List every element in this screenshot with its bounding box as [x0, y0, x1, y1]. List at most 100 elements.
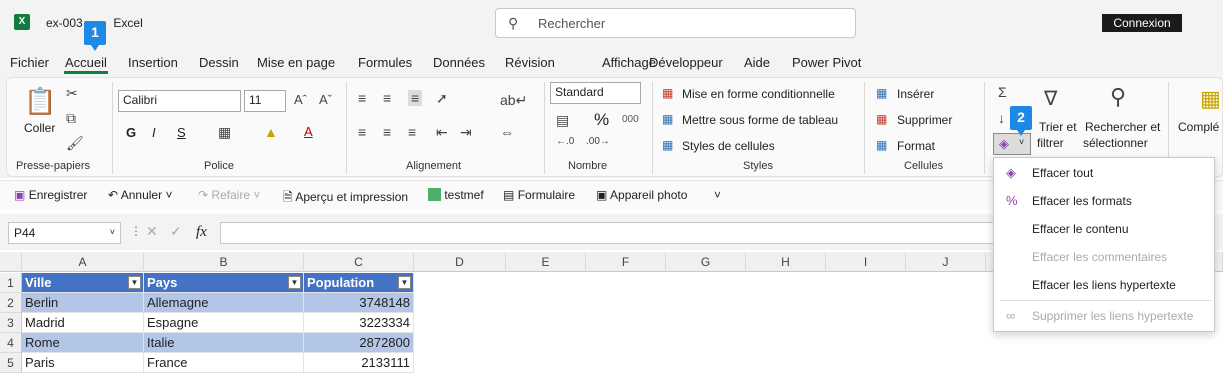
- column-header-b[interactable]: B: [144, 252, 304, 272]
- table-cell[interactable]: 2872800: [304, 333, 414, 353]
- table-cell[interactable]: Berlin: [22, 293, 144, 313]
- table-cell[interactable]: Allemagne: [144, 293, 304, 313]
- borders-icon[interactable]: ▦: [218, 124, 231, 141]
- decrease-font-icon[interactable]: Aˇ: [319, 92, 332, 107]
- sort-filter-icon[interactable]: ∇: [1044, 86, 1057, 111]
- align-left-icon[interactable]: ≡: [358, 124, 366, 140]
- filter-dropdown-icon[interactable]: ▼: [398, 276, 411, 289]
- font-name-select[interactable]: Calibri: [118, 90, 241, 112]
- merge-center-icon[interactable]: ⇔: [500, 124, 514, 140]
- table-cell[interactable]: 3748148: [304, 293, 414, 313]
- wrap-text-icon[interactable]: ab↵: [500, 92, 527, 109]
- qat-undo[interactable]: ↶ Annuler ˅: [108, 188, 172, 202]
- autosum-icon[interactable]: Σ: [998, 84, 1007, 100]
- formula-input[interactable]: [220, 222, 1000, 244]
- font-size-select[interactable]: 11: [244, 90, 286, 112]
- search-box[interactable]: ⚲ Rechercher: [495, 8, 856, 38]
- format-painter-icon[interactable]: 🖌: [66, 135, 84, 152]
- insert-function-button[interactable]: fx: [196, 224, 207, 241]
- table-header-ville[interactable]: Ville ▼: [22, 273, 144, 293]
- column-header-c[interactable]: C: [304, 252, 414, 272]
- table-cell[interactable]: Rome: [22, 333, 144, 353]
- sort-filter-label-1[interactable]: Trier et: [1039, 120, 1077, 134]
- cell-styles-button[interactable]: Styles de cellules: [682, 139, 775, 153]
- table-cell[interactable]: Paris: [22, 353, 144, 373]
- qat-camera[interactable]: ▣ Appareil photo: [596, 188, 687, 202]
- align-right-icon[interactable]: ≡: [408, 124, 416, 140]
- bold-button[interactable]: G: [126, 125, 136, 140]
- fill-icon[interactable]: ↓: [998, 110, 1005, 126]
- name-box[interactable]: P44 ˅: [8, 222, 121, 244]
- qat-form[interactable]: ▤ Formulaire: [503, 188, 575, 202]
- tab-dessin[interactable]: Dessin: [199, 55, 239, 70]
- table-cell[interactable]: France: [144, 353, 304, 373]
- enter-icon[interactable]: ✓: [170, 223, 182, 240]
- orientation-icon[interactable]: ➚: [436, 90, 448, 107]
- row-header-1[interactable]: 1: [0, 273, 22, 293]
- table-cell[interactable]: 3223334: [304, 313, 414, 333]
- menu-item-clear-hyperlinks[interactable]: Effacer les liens hypertexte: [1032, 278, 1176, 292]
- table-cell[interactable]: Madrid: [22, 313, 144, 333]
- italic-button[interactable]: I: [152, 125, 156, 140]
- menu-item-clear-contents[interactable]: Effacer le contenu: [1032, 222, 1129, 236]
- qat-testmef[interactable]: testmef: [428, 188, 484, 202]
- qat-save[interactable]: ▣ Enregistrer: [14, 188, 87, 202]
- tab-fichier[interactable]: Fichier: [10, 55, 49, 70]
- table-cell[interactable]: Espagne: [144, 313, 304, 333]
- filter-dropdown-icon[interactable]: ▼: [128, 276, 141, 289]
- column-header-d[interactable]: D: [414, 252, 506, 272]
- paste-icon[interactable]: 📋: [24, 86, 56, 117]
- connexion-button[interactable]: Connexion: [1102, 14, 1182, 32]
- align-bottom-icon[interactable]: ≡: [408, 90, 423, 106]
- percent-button[interactable]: %: [594, 110, 609, 130]
- cut-icon[interactable]: ✂: [66, 85, 78, 102]
- underline-button[interactable]: S: [177, 125, 186, 140]
- copy-icon[interactable]: ⧉: [66, 110, 76, 127]
- column-header-g[interactable]: G: [666, 252, 746, 272]
- conditional-format-button[interactable]: Mise en forme conditionnelle: [682, 87, 835, 101]
- number-format-select[interactable]: Standard: [550, 82, 641, 104]
- complements-label[interactable]: Complé: [1178, 120, 1219, 134]
- select-all-corner[interactable]: [0, 252, 22, 272]
- column-header-e[interactable]: E: [506, 252, 586, 272]
- qat-redo[interactable]: ↷ Refaire ˅: [198, 188, 260, 202]
- tab-power-pivot[interactable]: Power Pivot: [792, 55, 861, 70]
- tab-insertion[interactable]: Insertion: [128, 55, 178, 70]
- column-header-h[interactable]: H: [746, 252, 826, 272]
- font-color-icon[interactable]: A: [304, 124, 313, 139]
- align-middle-icon[interactable]: ≡: [383, 90, 391, 106]
- find-select-label-2[interactable]: sélectionner: [1083, 136, 1148, 150]
- increase-indent-icon[interactable]: ⇥: [460, 124, 472, 141]
- format-cells-button[interactable]: Format: [897, 139, 935, 153]
- column-header-j[interactable]: J: [906, 252, 986, 272]
- row-header-3[interactable]: 3: [0, 313, 22, 333]
- currency-icon[interactable]: ▤: [556, 112, 569, 129]
- increase-decimal-icon[interactable]: ←.0: [556, 136, 574, 147]
- row-header-5[interactable]: 5: [0, 353, 22, 373]
- menu-item-clear-formats[interactable]: Effacer les formats: [1032, 194, 1132, 208]
- tab-affichage[interactable]: Affichage: [602, 55, 656, 70]
- tab-formules[interactable]: Formules: [358, 55, 412, 70]
- thousands-button[interactable]: 000: [622, 114, 639, 125]
- decrease-decimal-icon[interactable]: .00→: [586, 136, 610, 147]
- column-header-a[interactable]: A: [22, 252, 144, 272]
- format-as-table-button[interactable]: Mettre sous forme de tableau: [682, 113, 838, 127]
- find-select-label-1[interactable]: Rechercher et: [1085, 120, 1160, 134]
- tab-donnees[interactable]: Données: [433, 55, 485, 70]
- paste-button[interactable]: Coller: [24, 121, 55, 135]
- align-center-icon[interactable]: ≡: [383, 124, 391, 140]
- table-header-population[interactable]: Population ▼: [304, 273, 414, 293]
- insert-cells-button[interactable]: Insérer: [897, 87, 934, 101]
- tab-mise-en-page[interactable]: Mise en page: [257, 55, 335, 70]
- customize-qat-icon[interactable]: ˅: [714, 188, 721, 202]
- column-header-f[interactable]: F: [586, 252, 666, 272]
- increase-font-icon[interactable]: Aˆ: [294, 92, 307, 107]
- row-header-2[interactable]: 2: [0, 293, 22, 313]
- filter-dropdown-icon[interactable]: ▼: [288, 276, 301, 289]
- decrease-indent-icon[interactable]: ⇤: [436, 124, 448, 141]
- fill-color-icon[interactable]: ▲: [264, 124, 278, 140]
- tab-developpeur[interactable]: Développeur: [649, 55, 723, 70]
- table-header-pays[interactable]: Pays ▼: [144, 273, 304, 293]
- align-top-icon[interactable]: ≡: [358, 90, 366, 106]
- tab-accueil[interactable]: Accueil: [65, 55, 107, 70]
